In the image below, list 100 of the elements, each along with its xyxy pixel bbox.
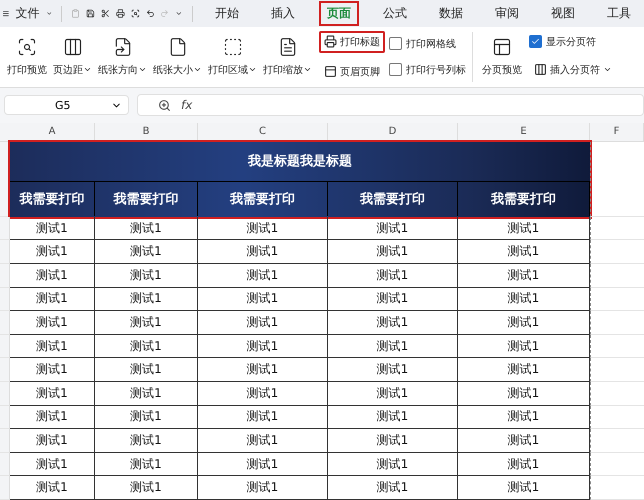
table-cell: 测试1 xyxy=(198,240,328,264)
empty-cell[interactable] xyxy=(590,288,644,312)
header-cell: 我需要打印 xyxy=(10,182,95,216)
ribbon-button[interactable]: 分页预览 xyxy=(482,62,522,77)
menu-tab[interactable]: 审阅 xyxy=(487,1,527,26)
empty-cell[interactable] xyxy=(590,452,644,476)
formula-field[interactable]: fx xyxy=(137,94,644,116)
table-cell: 测试1 xyxy=(10,358,95,382)
ribbon-button[interactable]: 打印预览 xyxy=(7,62,47,77)
empty-cell[interactable] xyxy=(590,382,644,406)
table-cell: 测试1 xyxy=(198,264,328,288)
empty-cell[interactable] xyxy=(590,476,644,500)
panel-icon xyxy=(324,65,337,78)
ribbon-button[interactable]: 页眉页脚 xyxy=(319,60,385,83)
table-cell: 测试1 xyxy=(458,358,590,382)
table-cell: 测试1 xyxy=(328,406,458,430)
empty-cell[interactable] xyxy=(590,311,644,335)
table-cell: 测试1 xyxy=(95,216,198,240)
table-cell: 测试1 xyxy=(458,382,590,406)
zoom-icon[interactable] xyxy=(158,98,171,112)
header-cell: 我需要打印 xyxy=(458,182,590,216)
printer-icon xyxy=(324,35,337,48)
table-cell: 测试1 xyxy=(328,429,458,453)
menu-tab[interactable]: 开始 xyxy=(207,1,247,26)
table-cell: 测试1 xyxy=(458,452,590,476)
table-cell: 测试1 xyxy=(10,216,95,240)
table-cell: 测试1 xyxy=(458,264,590,288)
sheet-title: 我是标题我是标题 xyxy=(10,142,590,182)
table-cell: 测试1 xyxy=(328,476,458,500)
table-cell: 测试1 xyxy=(95,240,198,264)
menu-tab[interactable]: 插入 xyxy=(263,1,303,26)
table-cell: 测试1 xyxy=(10,240,95,264)
table-cell: 测试1 xyxy=(328,311,458,335)
table-cell: 测试1 xyxy=(10,382,95,406)
dashed-square-icon[interactable] xyxy=(222,36,242,57)
print-preview-icon[interactable] xyxy=(17,36,37,57)
table-cell: 测试1 xyxy=(328,240,458,264)
empty-cell[interactable] xyxy=(590,334,644,358)
menu-tab[interactable]: 视图 xyxy=(543,1,583,26)
table-cell: 测试1 xyxy=(458,406,590,430)
ribbon-button[interactable]: 页边距 xyxy=(53,62,83,77)
empty-cell[interactable] xyxy=(590,240,644,264)
empty-cell[interactable] xyxy=(590,429,644,453)
table-cell: 测试1 xyxy=(95,264,198,288)
table-cell: 测试1 xyxy=(198,288,328,312)
table-cell: 测试1 xyxy=(198,311,328,335)
checkbox[interactable] xyxy=(389,37,402,50)
table-cell: 测试1 xyxy=(95,429,198,453)
table-cell: 测试1 xyxy=(95,358,198,382)
table-cell: 测试1 xyxy=(458,429,590,453)
header-cell: 我需要打印 xyxy=(95,182,198,216)
table-cell: 测试1 xyxy=(328,216,458,240)
checkbox-label: 打印网格线 xyxy=(406,38,456,51)
table-cell: 测试1 xyxy=(95,452,198,476)
table-cell: 测试1 xyxy=(198,382,328,406)
table-cell: 测试1 xyxy=(10,264,95,288)
table-cell: 测试1 xyxy=(328,334,458,358)
table-cell: 测试1 xyxy=(10,311,95,335)
columns-icon xyxy=(534,63,547,76)
ribbon-button[interactable]: 打印缩放 xyxy=(263,62,303,77)
ribbon-button[interactable]: 纸张方向 xyxy=(98,62,138,77)
column-header[interactable]: F xyxy=(590,122,644,142)
panel-icon[interactable] xyxy=(492,36,512,57)
menu-tab[interactable]: 数据 xyxy=(431,1,471,26)
ribbon-button[interactable]: 打印标题 xyxy=(319,30,385,53)
empty-cell[interactable] xyxy=(590,216,644,240)
table-cell: 测试1 xyxy=(328,382,458,406)
table-cell: 测试1 xyxy=(328,452,458,476)
table-cell: 测试1 xyxy=(458,216,590,240)
menu-tab[interactable]: 工具 xyxy=(599,1,639,26)
columns-icon[interactable] xyxy=(62,36,82,57)
table-cell: 测试1 xyxy=(95,288,198,312)
table-cell: 测试1 xyxy=(10,429,95,453)
file-menu[interactable]: 文件 xyxy=(16,5,40,22)
header-cell: 我需要打印 xyxy=(328,182,458,216)
empty-cell[interactable] xyxy=(590,264,644,288)
table-cell: 测试1 xyxy=(198,476,328,500)
checkbox[interactable] xyxy=(389,63,402,76)
ribbon-button[interactable]: 打印区域 xyxy=(208,62,248,77)
table-cell: 测试1 xyxy=(198,406,328,430)
menu-tab[interactable]: 页面 xyxy=(319,1,359,26)
table-cell: 测试1 xyxy=(10,406,95,430)
empty-cell[interactable] xyxy=(590,406,644,430)
table-cell: 测试1 xyxy=(328,264,458,288)
table-cell: 测试1 xyxy=(458,240,590,264)
menu-tab[interactable]: 公式 xyxy=(375,1,415,26)
name-box[interactable]: G5 xyxy=(4,95,129,116)
table-cell: 测试1 xyxy=(198,358,328,382)
table-cell: 测试1 xyxy=(458,288,590,312)
table-cell: 测试1 xyxy=(95,382,198,406)
table-cell: 测试1 xyxy=(458,334,590,358)
table-cell: 测试1 xyxy=(10,288,95,312)
table-cell: 测试1 xyxy=(458,311,590,335)
table-cell: 测试1 xyxy=(458,476,590,500)
checkbox[interactable] xyxy=(529,35,542,48)
table-cell: 测试1 xyxy=(10,334,95,358)
ribbon-button[interactable]: 插入分页符 xyxy=(529,58,617,81)
empty-cell[interactable] xyxy=(590,358,644,382)
table-cell: 测试1 xyxy=(95,334,198,358)
ribbon-button[interactable]: 纸张大小 xyxy=(153,62,193,77)
